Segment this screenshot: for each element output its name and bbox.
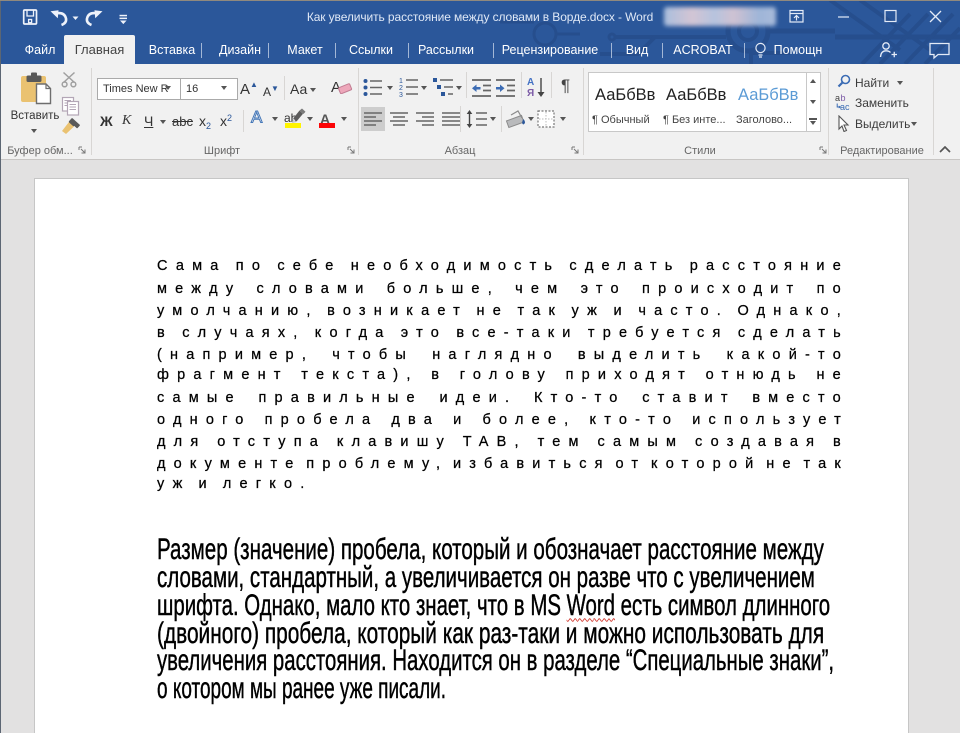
svg-text:1: 1 bbox=[399, 78, 403, 85]
svg-text:А: А bbox=[527, 77, 534, 88]
svg-text:А: А bbox=[251, 108, 263, 126]
svg-text:2: 2 bbox=[399, 85, 403, 92]
svg-text:Я: Я bbox=[527, 88, 534, 98]
svg-text:3: 3 bbox=[399, 92, 403, 98]
svg-text:ac: ac bbox=[840, 102, 850, 111]
